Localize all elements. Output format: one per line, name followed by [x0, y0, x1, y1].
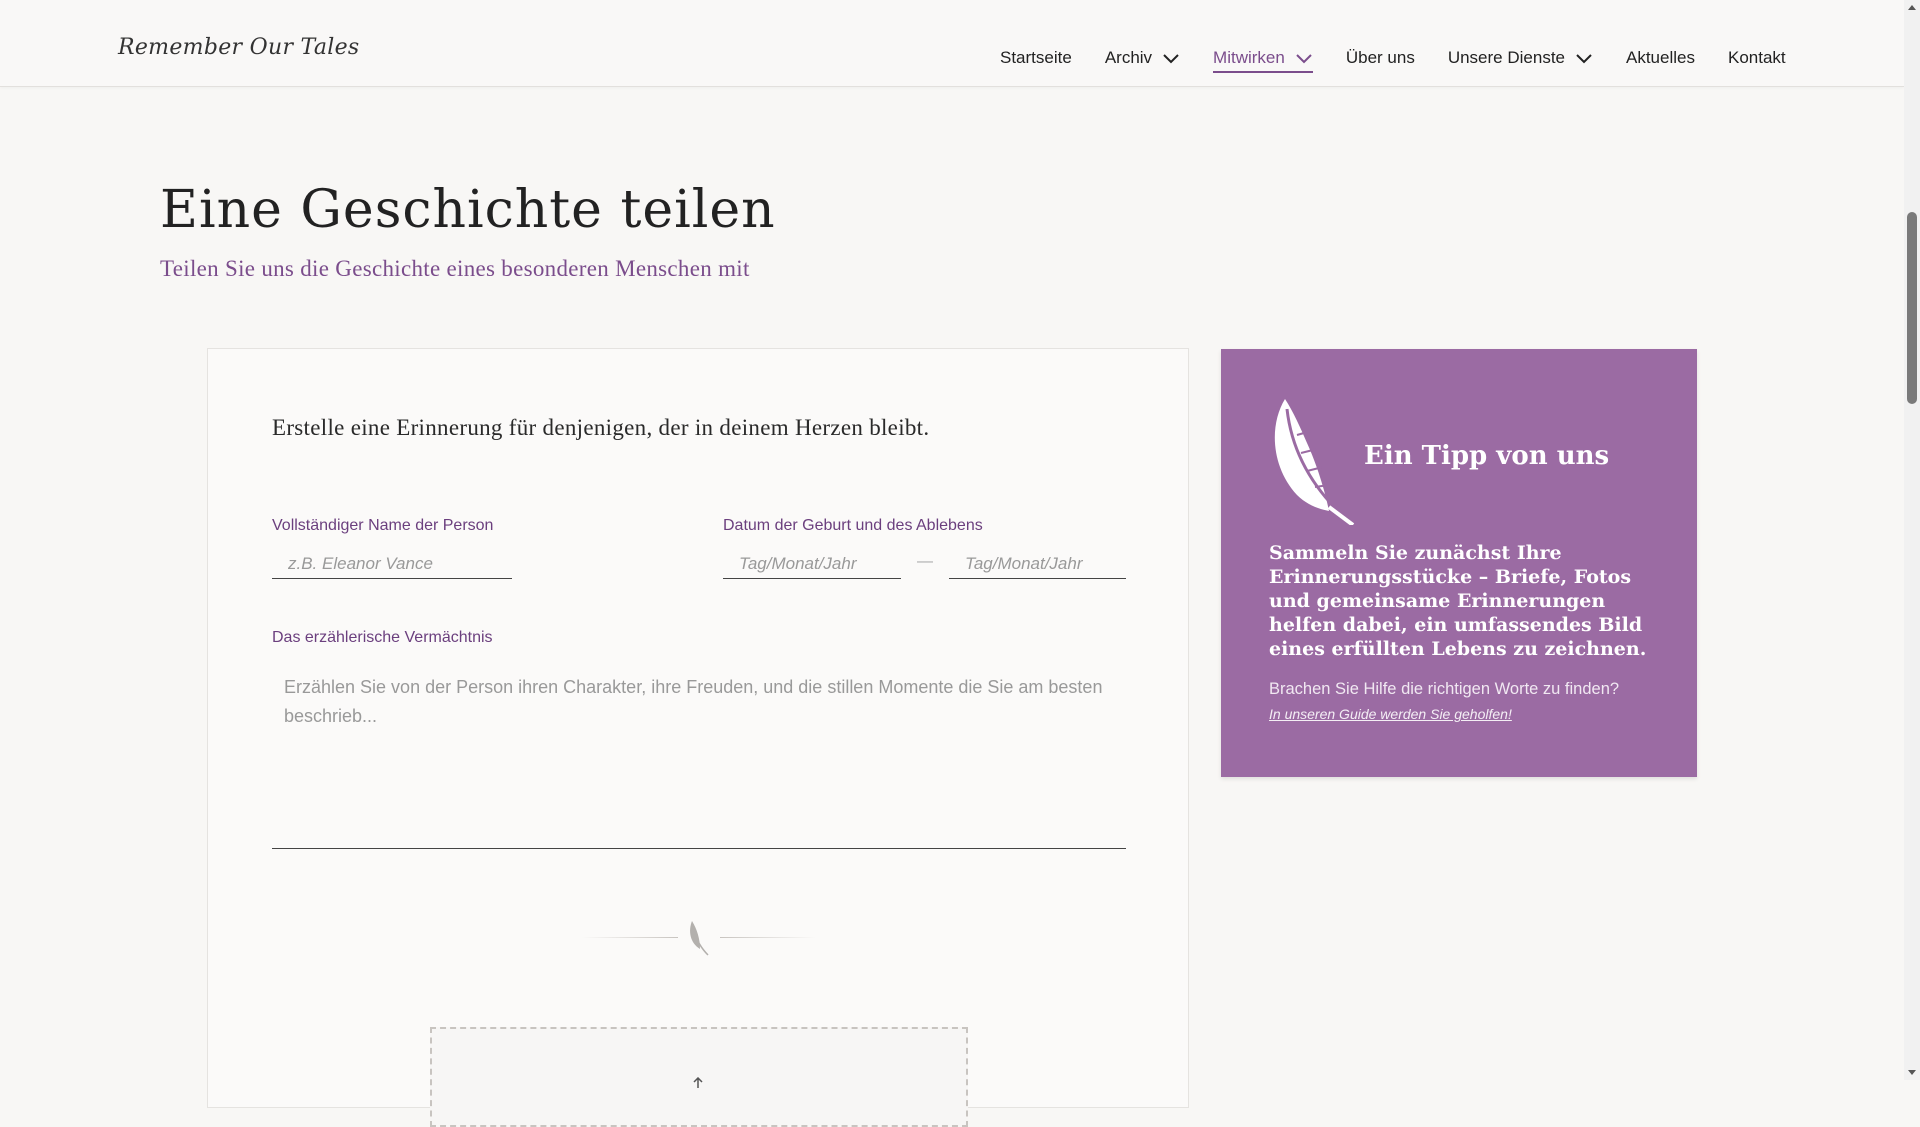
page-subtitle: Teilen Sie uns die Geschichte eines beso…: [160, 256, 750, 281]
nav-archiv[interactable]: Archiv: [1105, 48, 1180, 68]
birth-date-input[interactable]: [723, 549, 901, 579]
nav-unsere-dienste[interactable]: Unsere Dienste: [1448, 48, 1593, 68]
legacy-textarea[interactable]: [272, 667, 1126, 849]
date-separator: —: [917, 553, 933, 570]
site-logo[interactable]: Remember Our Tales: [118, 12, 359, 72]
chevron-down-icon: [1576, 54, 1592, 64]
tip-help-text: Brachen Sie Hilfe die richtigen Worte zu…: [1269, 680, 1620, 698]
nav-kontakt[interactable]: Kontakt: [1728, 48, 1786, 68]
tip-title: Ein Tipp von uns: [1364, 441, 1610, 471]
scroll-up-icon[interactable]: [1907, 3, 1917, 13]
nav-startseite[interactable]: Startseite: [1000, 48, 1072, 68]
scroll-thumb[interactable]: [1907, 212, 1917, 404]
nav-aktuelles[interactable]: Aktuelles: [1626, 48, 1695, 68]
feather-icon: [690, 921, 709, 956]
divider-line-right: [720, 937, 816, 938]
page-scrollbar[interactable]: [1904, 0, 1920, 1080]
nav-label: Mitwirken: [1213, 48, 1285, 67]
upload-dropzone[interactable]: [430, 1027, 968, 1127]
nav-label: Startseite: [1000, 48, 1072, 67]
page-title: Eine Geschichte teilen: [160, 180, 776, 240]
story-form-card: Erstelle eine Erinnerung für denjenigen,…: [207, 348, 1189, 1127]
nav-label: Kontakt: [1727, 48, 1786, 67]
chevron-down-icon: [1296, 54, 1312, 64]
nav-label: Aktuelles: [1626, 48, 1695, 67]
death-date-input[interactable]: [949, 549, 1126, 579]
guide-link[interactable]: In unseren Guide werden Sie geholfen!: [1269, 706, 1512, 722]
site-header: Remember Our Tales Startseite Archiv Mit…: [0, 0, 1904, 87]
dates-label: Datum der Geburt und des Ablebens: [723, 517, 983, 534]
divider-line-left: [582, 937, 678, 938]
nav-label: Archiv: [1104, 48, 1153, 67]
name-label: Vollständiger Name der Person: [272, 517, 494, 534]
full-name-input[interactable]: [272, 549, 512, 579]
nav-ueber-uns[interactable]: Über uns: [1346, 48, 1415, 68]
scroll-down-icon[interactable]: [1907, 1067, 1917, 1077]
nav-label: Über uns: [1345, 48, 1415, 67]
legacy-label: Das erzählerische Vermächtnis: [272, 629, 493, 646]
chevron-down-icon: [1163, 54, 1179, 64]
main-nav: Startseite Archiv Mitwirken Über uns Uns…: [1000, 44, 1786, 73]
nav-label: Unsere Dienste: [1447, 48, 1565, 67]
tip-body: Sammeln Sie zunächst Ihre Erinnerungsstü…: [1269, 542, 1647, 660]
nav-mitwirken[interactable]: Mitwirken: [1213, 48, 1313, 73]
form-intro: Erstelle eine Erinnerung für denjenigen,…: [272, 415, 930, 440]
tip-card: Ein Tipp von uns Sammeln Sie zunächst Ih…: [1221, 349, 1697, 777]
logo-text: Remember Our Tales: [118, 34, 360, 60]
feather-icon: [1274, 399, 1355, 525]
upload-icon: [693, 1077, 703, 1088]
